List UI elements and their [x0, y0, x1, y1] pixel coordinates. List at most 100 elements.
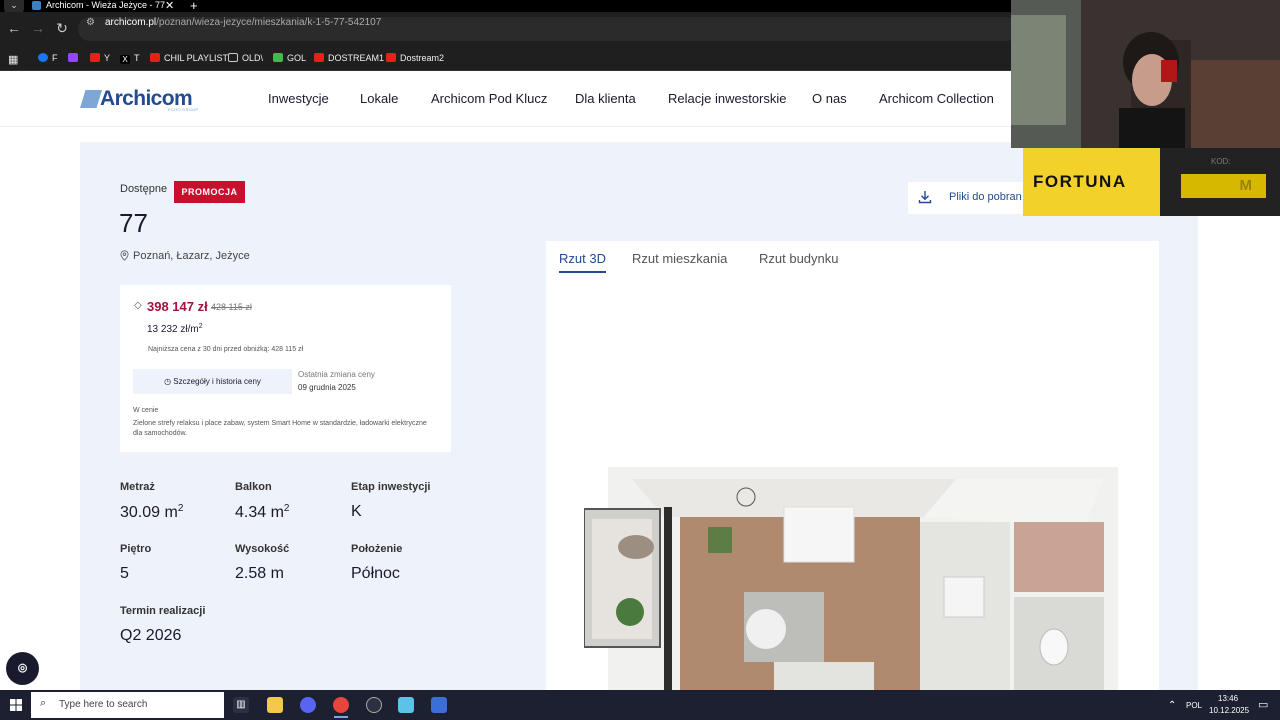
spec-balcony-number: 4.34 m [235, 504, 284, 521]
promo-badge: PROMOCJA [174, 181, 245, 203]
chat-widget-icon[interactable]: ◎ [6, 652, 39, 685]
bookmark-chil-playlist[interactable]: CHIL PLAYLIST [150, 53, 228, 63]
gol-icon [273, 53, 283, 62]
menu-item-o-nas[interactable]: O nas [812, 91, 847, 106]
tab-rzut-mieszkania[interactable]: Rzut mieszkania [632, 251, 727, 266]
apartment-number: 77 [119, 208, 148, 238]
browser-tab-active[interactable]: Archicom - Wieża Jeżyce - 77 [30, 0, 180, 12]
bookmark-label: OLD\ [242, 53, 264, 63]
youtube-icon [150, 53, 160, 62]
menu-item-collection[interactable]: Archicom Collection [879, 91, 994, 106]
url-text[interactable]: archicom.pl/poznan/wieza-jezyce/mieszkan… [105, 17, 381, 28]
bookmark-old[interactable]: OLD\ [228, 53, 263, 63]
bookmark-label: F [52, 53, 58, 63]
calculator-icon[interactable] [431, 697, 447, 713]
clock-date[interactable]: 10.12.2025 [1209, 706, 1249, 715]
tab-title: Archicom - Wieża Jeżyce - 77 [46, 0, 166, 10]
price-history-button[interactable]: ◷ Szczegóły i historia ceny [133, 369, 292, 394]
chrome-icon[interactable] [333, 697, 349, 713]
tab-rzut-budynku[interactable]: Rzut budynku [759, 251, 839, 266]
download-icon [918, 191, 932, 204]
spec-floor-value: 5 [120, 565, 129, 582]
menu-item-dla-klienta[interactable]: Dla klienta [575, 91, 636, 106]
back-icon[interactable]: ← [6, 20, 22, 36]
close-tab-icon[interactable]: ✕ [165, 0, 174, 12]
tab-rzut-3d[interactable]: Rzut 3D [559, 251, 606, 266]
last-change-label: Ostatnia zmiana ceny [298, 370, 375, 379]
discord-icon[interactable] [300, 697, 316, 713]
spec-area-sup: 2 [177, 503, 184, 514]
price-per-m2: 13 232 zł/m2 [147, 323, 203, 335]
old-price: 428 115 zł [211, 302, 252, 312]
download-files-label[interactable]: Pliki do pobran [949, 191, 1022, 203]
spec-orientation-label: Położenie [351, 543, 403, 555]
menu-item-relacje[interactable]: Relacje inwestorskie [668, 91, 787, 106]
x-logo-icon: X [120, 55, 130, 64]
spec-balcony-sup: 2 [283, 503, 290, 514]
bookmark-label: GOL [287, 53, 307, 63]
spec-stage-value: K [351, 503, 362, 520]
search-icon: ⌕ [40, 697, 47, 709]
site-info-icon[interactable]: ⚙ [86, 17, 95, 28]
menu-item-inwestycje[interactable]: Inwestycje [268, 91, 329, 106]
spec-height-label: Wysokość [235, 543, 290, 555]
url-path: /poznan/wieza-jezyce/mieszkania/k-1-5-77… [156, 17, 382, 28]
menu-item-lokale[interactable]: Lokale [360, 91, 398, 106]
spec-area-value: 30.09 m2 [120, 503, 183, 522]
spec-orientation-value: Północ [351, 565, 400, 582]
spec-balcony-label: Balkon [235, 481, 272, 493]
bookmark-label: T [134, 53, 140, 63]
windows-start-icon[interactable] [10, 699, 22, 711]
included-text: Zielone strefy relaksu i place zabaw, sy… [133, 420, 427, 437]
menu-item-pod-klucz[interactable]: Archicom Pod Klucz [431, 91, 547, 106]
bookmark-label: DOSTREAM1 [328, 53, 385, 63]
location-text: Poznań, Łazarz, Jeżyce [133, 250, 250, 262]
folder-icon [228, 53, 238, 62]
price-per-m2-value: 13 232 zł/m [147, 324, 199, 335]
bookmark-label: Dostream2 [400, 53, 445, 63]
bookmark-y[interactable]: Y [90, 53, 110, 63]
logo-mark-icon [80, 90, 102, 108]
bookmark-twitch[interactable] [68, 53, 82, 63]
streamer-webcam-image [1011, 0, 1280, 148]
notifications-icon[interactable]: ▭ [1258, 698, 1268, 711]
last-change-date: 09 grudnia 2025 [298, 383, 356, 392]
task-view-icon[interactable]: ▥ [233, 697, 249, 713]
promo-code-value: M [1181, 174, 1266, 198]
spec-balcony-value: 4.34 m2 [235, 503, 289, 522]
promo-code-label: KOD: [1211, 157, 1231, 166]
price-tag-icon: ◇ [134, 300, 142, 311]
active-tab-indicator [559, 271, 606, 273]
floor-plan-3d-image [584, 467, 1118, 691]
obs-icon[interactable] [366, 697, 382, 713]
url-host: archicom.pl [105, 17, 157, 28]
bookmark-gol[interactable]: GOL [273, 53, 306, 63]
archicom-logo[interactable]: Archicom ECHO GROUP [80, 87, 202, 112]
apps-grid-icon[interactable]: ▦ [8, 53, 18, 66]
location-pin-icon [120, 250, 129, 261]
facebook-icon [38, 53, 48, 62]
notepad-icon[interactable] [398, 697, 414, 713]
tray-overflow-icon[interactable]: ⌃ [1168, 700, 1176, 711]
active-app-indicator [334, 716, 348, 718]
clock-time[interactable]: 13:46 [1218, 694, 1238, 703]
bookmark-label: CHIL PLAYLIST [164, 53, 229, 63]
file-explorer-icon[interactable] [267, 697, 283, 713]
spec-area-label: Metraż [120, 481, 155, 493]
youtube-icon [314, 53, 324, 62]
price-history-label: Szczegóły i historia ceny [173, 377, 261, 386]
spec-area-number: 30.09 m [120, 504, 178, 521]
logo-subtext: ECHO GROUP [168, 107, 199, 112]
spec-height-value: 2.58 m [235, 565, 284, 582]
bookmark-f[interactable]: F [38, 53, 58, 63]
reload-icon[interactable]: ↻ [54, 20, 70, 37]
bookmark-dostream1[interactable]: DOSTREAM1 [314, 53, 384, 63]
spec-completion-value: Q2 2026 [120, 627, 182, 644]
input-language[interactable]: POL [1186, 701, 1202, 710]
lowest-price-note: Najniższa cena z 30 dni przed obniżką: 4… [148, 346, 304, 353]
bookmark-dostream2[interactable]: Dostream2 [386, 53, 444, 63]
archicom-favicon-icon [32, 1, 41, 10]
bookmark-t[interactable]: XT [120, 53, 140, 64]
forward-icon[interactable]: → [30, 20, 46, 36]
clock-icon: ◷ [164, 377, 174, 386]
